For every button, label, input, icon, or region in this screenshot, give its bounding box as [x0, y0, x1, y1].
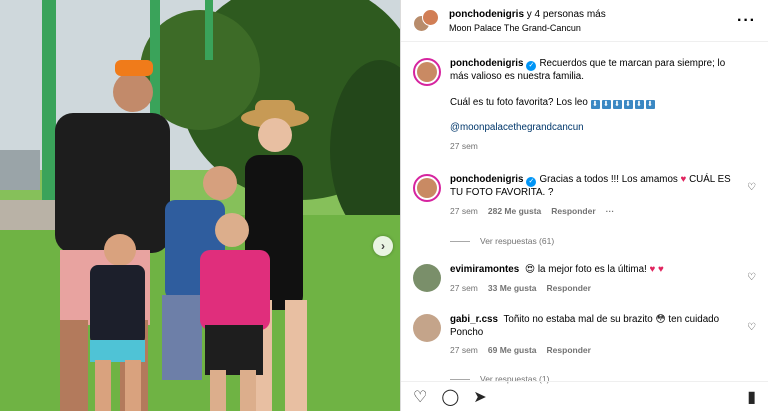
- flushed-emoji: 😳: [655, 314, 666, 325]
- heart-eyes-emoji: 😍: [524, 264, 536, 275]
- comment-text: Gracias a todos !!! Los amamos: [539, 174, 678, 185]
- heart-icon[interactable]: ♡: [413, 387, 427, 407]
- next-photo-button[interactable]: ›: [373, 236, 393, 256]
- more-options-icon[interactable]: ···: [737, 12, 756, 28]
- comment-username[interactable]: ponchodenigris: [450, 174, 523, 185]
- verified-icon: ✓: [526, 177, 537, 187]
- post-caption: ponchodenigris ✓ Recuerdos que te marcan p…: [413, 58, 756, 151]
- divider: [450, 240, 470, 242]
- location-link[interactable]: Moon Palace The Grand-Cancun: [449, 23, 737, 33]
- avatar: [422, 8, 439, 26]
- comment-likes[interactable]: 282 Me gusta: [488, 206, 541, 216]
- comment-time[interactable]: 27 sem: [450, 206, 478, 216]
- comment-icon[interactable]: ◯: [441, 387, 459, 407]
- arrow-down-icon: ⬇: [590, 99, 600, 109]
- caption-time[interactable]: 27 sem: [450, 141, 478, 151]
- collab-avatars[interactable]: [413, 8, 439, 33]
- header-username[interactable]: ponchodenigris: [449, 9, 524, 20]
- header-with-text[interactable]: y 4 personas más: [527, 9, 606, 20]
- red-heart-icon: ♥ ♥: [649, 264, 664, 275]
- arrow-down-icon: ⬇: [623, 99, 633, 109]
- family-photo-illustration: [0, 0, 400, 411]
- comment-text: Toñito no estaba mal de su brazito: [503, 314, 653, 325]
- comment-item: evimiramontes 😍 la mejor foto es la últi…: [413, 264, 756, 293]
- comment-username[interactable]: evimiramontes: [450, 264, 519, 275]
- post-actions-bar: ♡ ◯ ➤ ▮: [401, 381, 768, 411]
- mention-link[interactable]: @moonpalacethegrandcancun: [450, 122, 736, 135]
- comment-username[interactable]: gabi_r.css: [450, 314, 498, 325]
- arrow-down-icon: ⬇: [645, 99, 655, 109]
- like-comment-icon[interactable]: ♡: [747, 182, 756, 193]
- reply-button[interactable]: Responder: [547, 345, 591, 355]
- arrow-down-icon: ⬇: [601, 99, 611, 109]
- avatar[interactable]: [413, 174, 441, 202]
- view-replies-label: Ver respuestas (61): [480, 236, 555, 246]
- share-icon[interactable]: ➤: [473, 387, 486, 407]
- comment-item: gabi_r.css Toñito no estaba mal de su br…: [413, 314, 756, 355]
- arrow-down-icon: ⬇: [634, 99, 644, 109]
- bookmark-icon[interactable]: ▮: [747, 387, 756, 407]
- comment-text: la mejor foto es la última!: [537, 264, 647, 275]
- caption-username[interactable]: ponchodenigris: [450, 58, 523, 69]
- like-comment-icon[interactable]: ♡: [747, 322, 756, 333]
- comment-time[interactable]: 27 sem: [450, 345, 478, 355]
- reply-button[interactable]: Responder: [551, 206, 595, 216]
- verified-icon: ✓: [526, 61, 537, 71]
- avatar[interactable]: [413, 314, 441, 342]
- comment-likes[interactable]: 33 Me gusta: [488, 283, 537, 293]
- chevron-right-icon: ›: [381, 239, 385, 253]
- comment-options-icon[interactable]: ···: [606, 206, 615, 216]
- comment-time[interactable]: 27 sem: [450, 283, 478, 293]
- comment-likes[interactable]: 69 Me gusta: [488, 345, 537, 355]
- post-photo[interactable]: ›: [0, 0, 400, 411]
- arrow-down-icon: ⬇: [612, 99, 622, 109]
- post-header: ponchodenigris y 4 personas más Moon Pal…: [401, 0, 768, 42]
- post-details-panel: ponchodenigris y 4 personas más Moon Pal…: [400, 0, 768, 411]
- red-heart-icon: ♥: [680, 174, 687, 185]
- reply-button[interactable]: Responder: [547, 283, 591, 293]
- divider: [450, 378, 470, 380]
- caption-question: Cuál es tu foto favorita? Los leo: [450, 96, 588, 108]
- view-replies-button[interactable]: Ver respuestas (61): [450, 236, 554, 246]
- comment-item: ponchodenigris ✓ Gracias a todos !!! Los a…: [413, 174, 756, 216]
- like-comment-icon[interactable]: ♡: [747, 272, 756, 283]
- avatar[interactable]: [413, 58, 441, 86]
- avatar[interactable]: [413, 264, 441, 292]
